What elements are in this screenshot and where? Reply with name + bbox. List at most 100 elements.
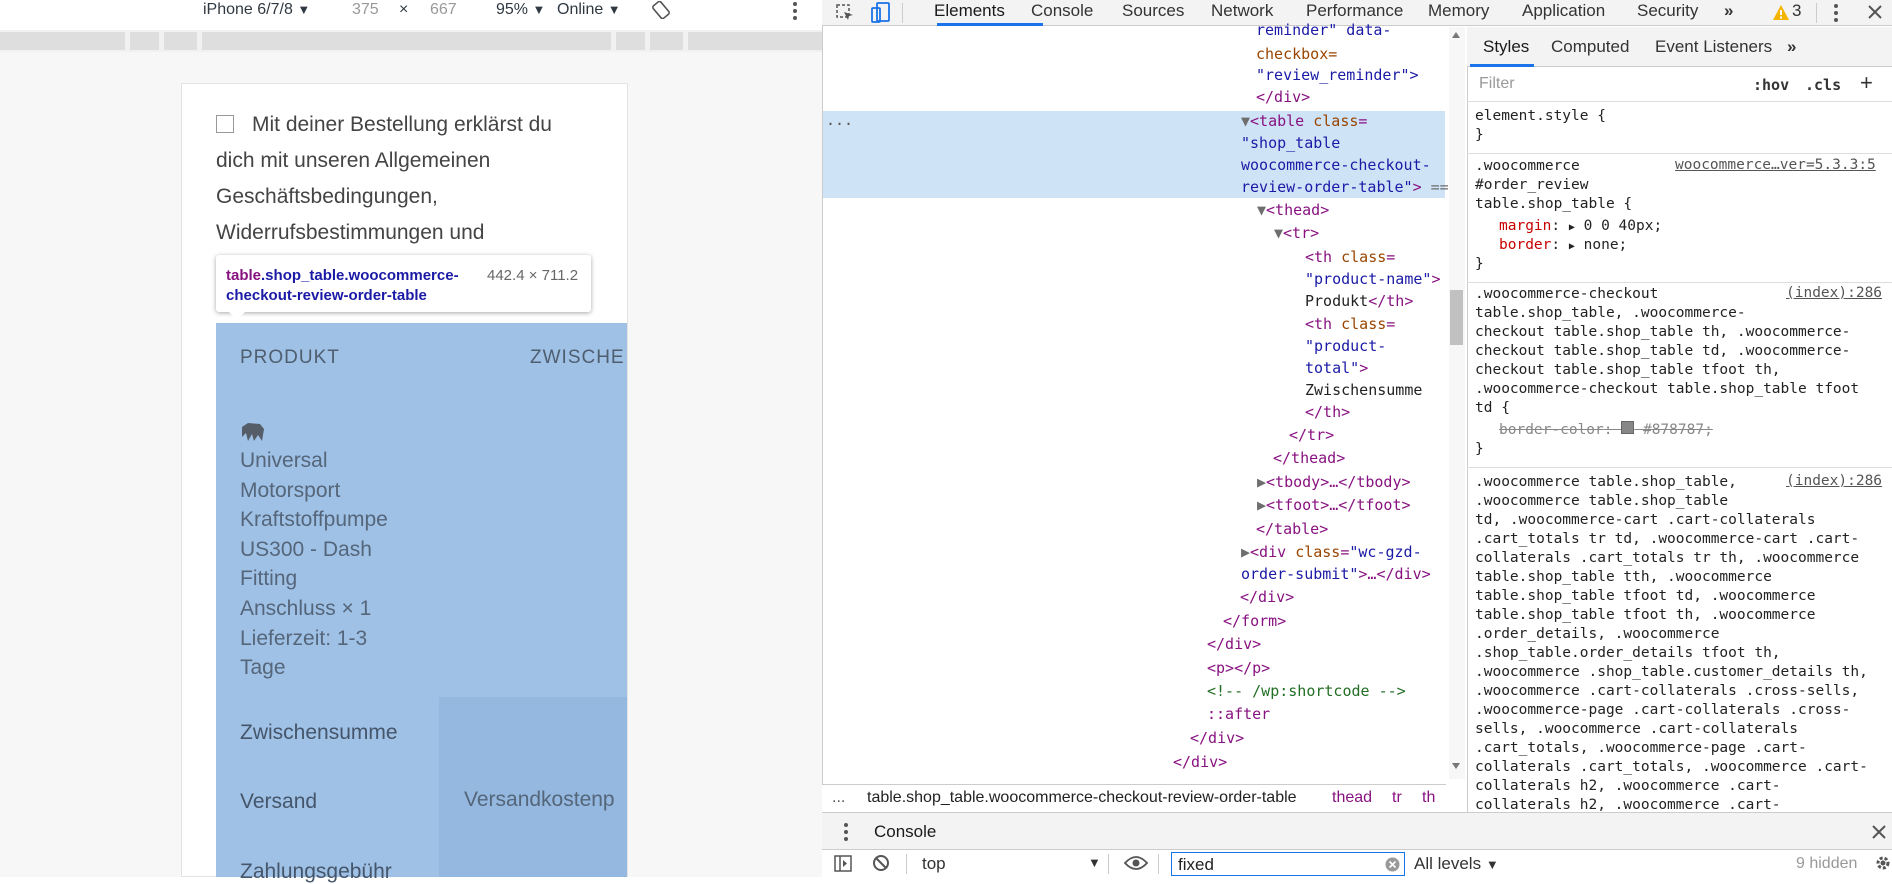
tab-styles[interactable]: Styles bbox=[1483, 37, 1529, 57]
breadcrumb-item-thead[interactable]: thead bbox=[1332, 789, 1372, 807]
tab-network[interactable]: Network bbox=[1211, 1, 1273, 21]
rule-selector[interactable]: .woocommerce-checkout bbox=[1475, 285, 1658, 304]
color-swatch[interactable] bbox=[1621, 421, 1635, 434]
more-tabs-icon[interactable]: » bbox=[1724, 1, 1733, 21]
dom-scrollbar[interactable] bbox=[1449, 27, 1465, 779]
tab-performance[interactable]: Performance bbox=[1306, 1, 1403, 21]
console-filter-input[interactable]: fixed bbox=[1171, 852, 1405, 876]
tab-application[interactable]: Application bbox=[1522, 1, 1605, 21]
console-drawer-header: Console bbox=[822, 812, 1892, 850]
ruler-segment[interactable] bbox=[688, 32, 822, 50]
product-thumbnail bbox=[242, 423, 264, 441]
context-select[interactable]: top bbox=[922, 854, 946, 874]
eye-icon[interactable] bbox=[1124, 855, 1148, 871]
css-property[interactable]: margin: ▶ 0 0 40px; bbox=[1499, 217, 1662, 237]
dom-line-div-close[interactable]: </div> bbox=[1240, 588, 1294, 607]
dom-line-div-close[interactable]: </div> bbox=[1190, 729, 1244, 748]
hov-toggle[interactable]: :hov bbox=[1753, 76, 1789, 94]
dom-line[interactable]: </div> bbox=[1256, 88, 1310, 107]
element-style-selector[interactable]: element.style { bbox=[1475, 107, 1606, 126]
settings-gear-icon[interactable] bbox=[1874, 854, 1892, 872]
height-input[interactable]: 667 bbox=[430, 1, 457, 19]
scroll-up-icon[interactable] bbox=[1451, 31, 1461, 39]
dom-line-after[interactable]: ::after bbox=[1207, 705, 1270, 724]
inspect-element-icon[interactable] bbox=[835, 3, 855, 23]
device-toolbar: iPhone 6/7/8 ▼ 375 × 667 95% ▼ Online ▼ bbox=[0, 0, 822, 24]
scroll-down-icon[interactable] bbox=[1451, 762, 1461, 770]
dom-line[interactable]: reminder" data- bbox=[1256, 21, 1391, 40]
dom-line-tfoot[interactable]: ▶<tfoot>…</tfoot> bbox=[1257, 496, 1411, 515]
dom-line[interactable]: checkbox= bbox=[1256, 45, 1337, 64]
devtools-menu-icon[interactable] bbox=[1833, 3, 1839, 23]
ruler-segment[interactable] bbox=[650, 32, 683, 50]
dom-line-form-close[interactable]: </form> bbox=[1223, 612, 1286, 631]
breadcrumb-overflow[interactable]: ... bbox=[832, 789, 845, 807]
breadcrumb-item-tr[interactable]: tr bbox=[1392, 789, 1402, 807]
dom-line-div[interactable]: ▶<div class="wc-gzd- bbox=[1241, 543, 1422, 562]
terms-text: Mit deiner Bestellung erklärst du dich m… bbox=[216, 113, 552, 244]
log-levels-select[interactable]: All levels ▼ bbox=[1414, 854, 1499, 874]
drawer-tab-console[interactable]: Console bbox=[874, 822, 936, 842]
ruler-segment[interactable] bbox=[0, 32, 125, 50]
rule-source-link[interactable]: woocommerce…ver=5.3.3:5 bbox=[1675, 157, 1876, 173]
close-drawer-icon[interactable] bbox=[1872, 825, 1886, 839]
dom-line-thead[interactable]: ▼<thead> bbox=[1257, 201, 1329, 220]
ruler-segment[interactable] bbox=[164, 32, 197, 50]
dom-line-table[interactable]: ▼<table class= bbox=[1241, 112, 1367, 131]
media-query-bar[interactable] bbox=[0, 30, 822, 52]
styles-tabbar: Styles Computed Event Listeners » bbox=[1467, 27, 1892, 67]
width-input[interactable]: 375 bbox=[352, 1, 379, 19]
warning-icon[interactable] bbox=[1772, 4, 1790, 21]
drawer-menu-icon[interactable] bbox=[843, 822, 849, 842]
css-property-overridden[interactable]: border-color: #878787; bbox=[1499, 421, 1713, 440]
dom-line-th[interactable]: <th class= bbox=[1305, 248, 1395, 267]
chevron-down-icon[interactable]: ▼ bbox=[1088, 855, 1101, 870]
tab-event-listeners[interactable]: Event Listeners bbox=[1655, 37, 1772, 57]
sidebar-toggle-icon[interactable] bbox=[834, 855, 852, 872]
tab-memory[interactable]: Memory bbox=[1428, 1, 1489, 21]
dom-line-p[interactable]: <p></p> bbox=[1207, 659, 1270, 678]
tab-elements[interactable]: Elements bbox=[934, 1, 1005, 21]
add-rule-button[interactable]: + bbox=[1860, 70, 1873, 96]
dom-line-tr-close[interactable]: </tr> bbox=[1289, 426, 1334, 445]
tooltip-size: 442.4 × 711.2 bbox=[487, 267, 579, 284]
rotate-icon[interactable] bbox=[652, 1, 670, 19]
ruler-segment[interactable] bbox=[202, 32, 611, 50]
rule-source-link[interactable]: (index):286 bbox=[1786, 473, 1882, 489]
device-select[interactable]: iPhone 6/7/8 ▼ bbox=[203, 1, 310, 19]
dom-line-div-close[interactable]: </div> bbox=[1173, 753, 1227, 772]
ruler-segment[interactable] bbox=[130, 32, 159, 50]
rule-selector[interactable]: .woocommerce bbox=[1475, 157, 1580, 176]
styles-filter-input[interactable]: Filter bbox=[1479, 75, 1515, 93]
dom-line-tbody[interactable]: ▶<tbody>…</tbody> bbox=[1257, 473, 1411, 492]
dom-line-thead-close[interactable]: </thead> bbox=[1273, 449, 1345, 468]
dom-scrollbar-thumb[interactable] bbox=[1450, 290, 1463, 345]
dom-line-comment[interactable]: <!-- /wp:shortcode --> bbox=[1207, 682, 1406, 701]
cls-toggle[interactable]: .cls bbox=[1805, 76, 1841, 94]
rule-source-link[interactable]: (index):286 bbox=[1786, 285, 1882, 301]
more-options-icon[interactable] bbox=[792, 1, 798, 21]
rule-selector[interactable]: .woocommerce table.shop_table, bbox=[1475, 473, 1737, 492]
dom-line-th[interactable]: <th class= bbox=[1305, 315, 1395, 334]
node-actions-icon[interactable]: ... bbox=[826, 111, 853, 130]
close-icon[interactable] bbox=[1868, 5, 1882, 19]
tab-console[interactable]: Console bbox=[1031, 1, 1093, 21]
tooltip-tag: table bbox=[226, 267, 262, 284]
clear-console-icon[interactable] bbox=[872, 854, 890, 872]
dom-line[interactable]: "review_reminder"> bbox=[1256, 66, 1419, 85]
tab-computed[interactable]: Computed bbox=[1551, 37, 1629, 57]
tab-security[interactable]: Security bbox=[1637, 1, 1698, 21]
more-tabs-icon[interactable]: » bbox=[1787, 37, 1796, 57]
ruler-segment[interactable] bbox=[616, 32, 645, 50]
dom-line-div-close[interactable]: </div> bbox=[1207, 635, 1261, 654]
dom-line-table-close[interactable]: </table> bbox=[1256, 520, 1328, 539]
tab-sources[interactable]: Sources bbox=[1122, 1, 1184, 21]
device-toolbar-icon[interactable] bbox=[869, 2, 891, 24]
breadcrumb-item-table[interactable]: table.shop_table.woocommerce-checkout-re… bbox=[867, 789, 1297, 807]
dom-line-tr[interactable]: ▼<tr> bbox=[1274, 224, 1319, 243]
css-property[interactable]: border: ▶ none; bbox=[1499, 236, 1627, 256]
clear-filter-icon[interactable] bbox=[1385, 857, 1400, 872]
network-throttle-select[interactable]: Online ▼ bbox=[557, 1, 621, 19]
breadcrumb-item-th[interactable]: th bbox=[1422, 789, 1435, 807]
zoom-select[interactable]: 95% ▼ bbox=[496, 1, 545, 19]
